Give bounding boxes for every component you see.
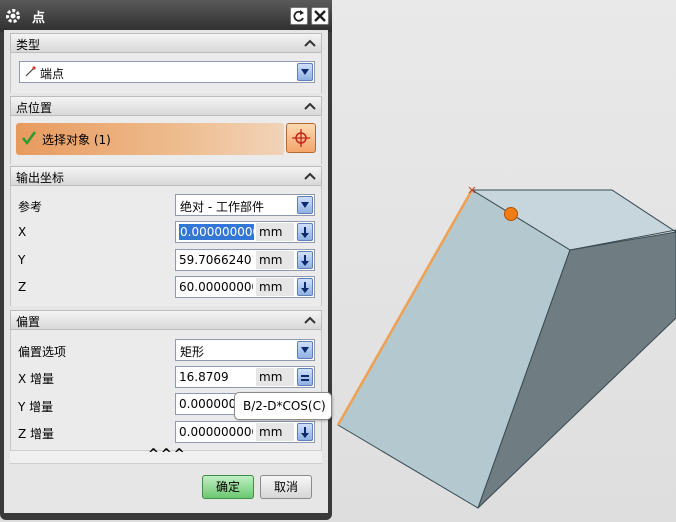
z-increment-label: Z 增量 xyxy=(18,427,55,441)
select-object-bar[interactable]: 选择对象 (1) xyxy=(16,123,284,155)
point-marker[interactable] xyxy=(504,207,518,221)
reference-label: 参考 xyxy=(18,200,43,214)
ok-button[interactable]: 确定 xyxy=(202,475,254,499)
unit-label: mm xyxy=(259,280,283,294)
down-arrow-icon xyxy=(301,255,309,266)
formula-button[interactable] xyxy=(297,368,313,386)
dropdown-arrow-icon[interactable] xyxy=(297,341,313,359)
y-field[interactable]: 59.706624012 mm xyxy=(175,249,315,271)
down-arrow-icon xyxy=(301,227,309,238)
type-combo-value: 端点 xyxy=(40,67,65,81)
section-title: 类型 xyxy=(16,38,41,52)
formula-tooltip: B/2-D*COS(C) xyxy=(234,392,332,420)
value-menu-button[interactable] xyxy=(297,251,313,269)
more-options-toggle[interactable]: ^^^ xyxy=(10,447,322,464)
tooltip-text: B/2-D*COS(C) xyxy=(243,399,326,413)
point-dialog: 点 类型 端点 点位置 选择对象 (1) 输出坐标 参考 绝对 - 工作部件 X… xyxy=(0,0,332,520)
dropdown-arrow-icon[interactable] xyxy=(297,63,313,81)
y-increment-label: Y 增量 xyxy=(18,400,54,414)
y-label: Y xyxy=(18,253,26,267)
z-field[interactable]: 60.000000000 mm xyxy=(175,276,315,298)
collapse-chevron-icon[interactable] xyxy=(303,100,317,112)
collapse-chevron-icon[interactable] xyxy=(303,37,317,49)
x-value[interactable]: 0.0000000000 xyxy=(179,224,254,240)
section-header-type[interactable]: 类型 xyxy=(10,33,322,53)
section-title: 输出坐标 xyxy=(16,171,65,185)
collapse-chevron-icon[interactable] xyxy=(303,170,317,182)
dropdown-arrow-icon[interactable] xyxy=(297,196,313,214)
value-menu-button[interactable] xyxy=(297,278,313,296)
offset-option-combo[interactable]: 矩形 xyxy=(175,339,315,361)
section-header-output-coords[interactable]: 输出坐标 xyxy=(10,166,322,186)
reference-combo[interactable]: 绝对 - 工作部件 xyxy=(175,194,315,216)
dialog-titlebar[interactable]: 点 xyxy=(0,0,332,32)
section-title: 点位置 xyxy=(16,101,53,115)
down-arrow-icon xyxy=(301,282,309,293)
reset-icon xyxy=(293,10,304,22)
collapse-chevron-icon[interactable] xyxy=(303,314,317,326)
dialog-body: 类型 端点 点位置 选择对象 (1) 输出坐标 参考 绝对 - 工作部件 X 0… xyxy=(4,30,328,513)
section-header-offset[interactable]: 偏置 xyxy=(10,310,322,330)
equals-icon xyxy=(301,375,309,381)
unit-label: mm xyxy=(259,253,283,267)
type-combo[interactable]: 端点 xyxy=(19,61,315,83)
unit-cell: mm xyxy=(256,368,294,386)
unit-cell: mm xyxy=(256,423,294,441)
close-icon xyxy=(314,10,326,22)
offset-option-label: 偏置选项 xyxy=(18,345,67,359)
reset-button[interactable] xyxy=(290,7,308,25)
section-header-point-location[interactable]: 点位置 xyxy=(10,96,322,116)
section-title: 偏置 xyxy=(16,315,41,329)
x-increment-label: X 增量 xyxy=(18,372,55,386)
z-value[interactable]: 60.000000000 xyxy=(179,280,253,294)
unit-cell: mm xyxy=(256,223,294,241)
z-increment-field[interactable]: 0.0000000000 mm xyxy=(175,421,315,443)
x-label: X xyxy=(18,225,27,239)
check-icon xyxy=(22,131,36,145)
down-arrow-icon xyxy=(301,427,309,438)
more-options-chevrons: ^^^ xyxy=(148,447,187,462)
reference-combo-value: 绝对 - 工作部件 xyxy=(180,200,264,214)
gear-icon[interactable] xyxy=(4,7,22,25)
unit-label: mm xyxy=(259,425,283,439)
cancel-button[interactable]: 取消 xyxy=(260,475,312,499)
select-object-text: 选择对象 (1) xyxy=(42,133,111,147)
x-field[interactable]: 0.0000000000 mm xyxy=(175,221,315,243)
x-increment-field[interactable]: 16.8709 mm xyxy=(175,366,315,388)
y-value[interactable]: 59.706624012 xyxy=(179,253,253,267)
dialog-title: 点 xyxy=(32,11,46,26)
section-body-type: 端点 xyxy=(10,53,322,93)
x-increment-value[interactable]: 16.8709 xyxy=(179,370,253,384)
unit-cell: mm xyxy=(256,251,294,269)
unit-label: mm xyxy=(259,370,283,384)
endpoint-type-icon xyxy=(25,66,36,77)
close-button[interactable] xyxy=(311,7,329,25)
offset-option-value: 矩形 xyxy=(180,345,205,359)
z-increment-value[interactable]: 0.0000000000 xyxy=(179,425,253,439)
unit-label: mm xyxy=(259,225,283,239)
crosshair-icon xyxy=(292,129,310,147)
unit-cell: mm xyxy=(256,278,294,296)
value-menu-button[interactable] xyxy=(297,223,313,241)
z-label: Z xyxy=(18,280,27,294)
point-constructor-button[interactable] xyxy=(286,123,316,153)
value-menu-button[interactable] xyxy=(297,423,313,441)
